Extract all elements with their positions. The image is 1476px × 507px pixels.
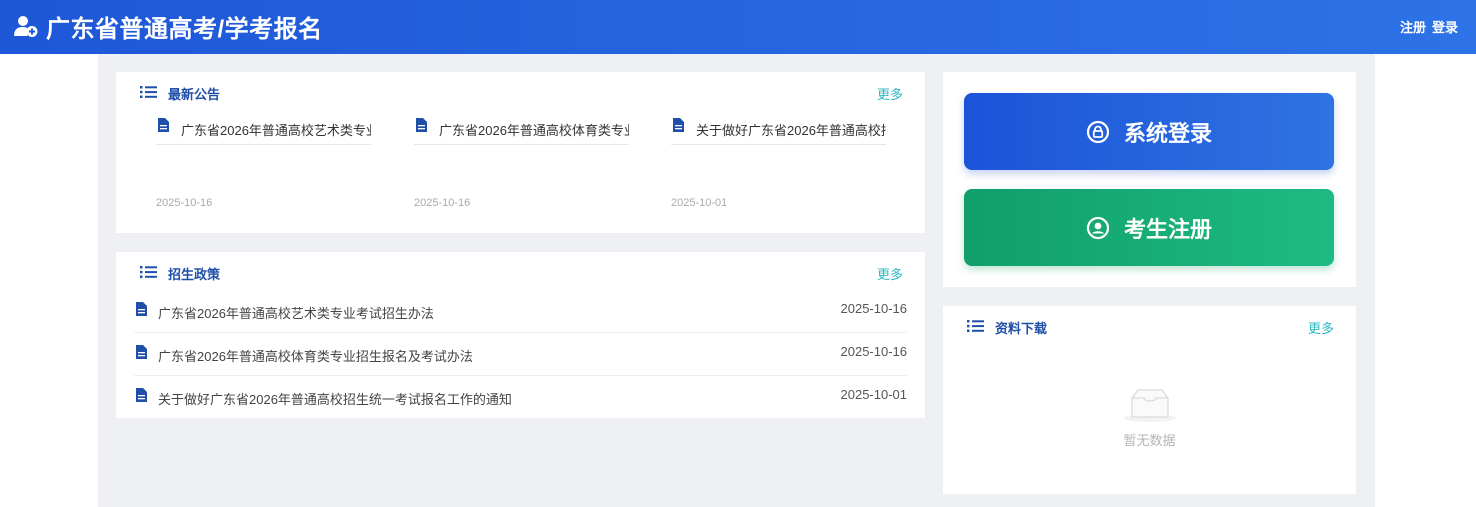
announcement-item[interactable]: 广东省2026年普通高校艺术类专业 2025-10-16 [156,116,371,216]
announcement-title: 广东省2026年普通高校体育类专业 [439,123,629,138]
policy-title: 关于做好广东省2026年普通高校招生统一考试报名工作的通知 [158,392,512,407]
login-icon [1086,120,1110,143]
document-icon [158,118,169,132]
main-content: 最新公告 更多 广东省2026年普通高校艺术类专业 2025-10-16 广东省… [98,54,1375,507]
document-icon [673,118,684,132]
login-link[interactable]: 登录 [1432,17,1458,36]
policies-header: 招生政策 更多 [116,252,925,292]
policy-date: 2025-10-16 [840,301,908,316]
announcement-item[interactable]: 关于做好广东省2026年普通高校招 2025-10-01 [671,116,886,216]
empty-text: 暂无数据 [1123,433,1176,448]
divider [414,144,629,145]
policy-title: 广东省2026年普通高校艺术类专业考试招生办法 [158,306,434,321]
announcement-title: 广东省2026年普通高校艺术类专业 [181,123,371,138]
top-links: 注册 登录 [1400,17,1458,36]
divider [671,144,886,145]
downloads-card: 资料下载 更多 暂无数据 [943,306,1356,494]
divider [134,332,907,333]
top-header: 广东省普通高考/学考报名 注册 登录 [0,0,1476,54]
announcements-title: 最新公告 [168,87,221,102]
announcement-date: 2025-10-16 [156,197,213,209]
policy-item[interactable]: 关于做好广东省2026年普通高校招生统一考试报名工作的通知 2025-10-01 [134,377,907,419]
announcements-card: 最新公告 更多 广东省2026年普通高校艺术类专业 2025-10-16 广东省… [116,72,925,233]
document-icon [416,118,427,132]
policies-title: 招生政策 [168,267,221,282]
document-icon [136,388,147,402]
student-register-label: 考生注册 [1123,216,1212,242]
document-icon [136,302,147,316]
actions-card: 系统登录 考生注册 [943,72,1356,287]
policy-date: 2025-10-01 [840,387,908,402]
announcement-title: 关于做好广东省2026年普通高校招 [696,123,886,138]
downloads-title: 资料下载 [995,321,1048,336]
policy-item[interactable]: 广东省2026年普通高校艺术类专业考试招生办法 2025-10-16 [134,291,907,333]
site-title: 广东省普通高考/学考报名 [46,15,323,43]
system-login-button[interactable]: 系统登录 [964,93,1334,170]
policy-item[interactable]: 广东省2026年普通高校体育类专业招生报名及考试办法 2025-10-16 [134,334,907,376]
announcements-more-link[interactable]: 更多 [877,84,903,103]
list-icon [967,320,984,332]
policies-card: 招生政策 更多 广东省2026年普通高校艺术类专业考试招生办法 2025-10-… [116,252,925,418]
policy-date: 2025-10-16 [840,344,908,359]
announcements-header: 最新公告 更多 [116,72,925,112]
list-icon [140,266,157,278]
policies-more-link[interactable]: 更多 [877,264,903,283]
divider [134,375,907,376]
student-register-button[interactable]: 考生注册 [964,189,1334,266]
policy-title: 广东省2026年普通高校体育类专业招生报名及考试办法 [158,349,473,364]
announcement-item[interactable]: 广东省2026年普通高校体育类专业 2025-10-16 [414,116,629,216]
brand[interactable]: 广东省普通高考/学考报名 [14,10,323,43]
register-link[interactable]: 注册 [1400,17,1426,36]
downloads-header: 资料下载 更多 [943,306,1356,346]
announcement-date: 2025-10-01 [671,197,728,209]
divider [156,144,371,145]
system-login-label: 系统登录 [1123,120,1212,146]
empty-state: 暂无数据 [943,384,1356,449]
document-icon [136,345,147,359]
empty-box-icon [1123,389,1176,422]
downloads-more-link[interactable]: 更多 [1308,318,1334,337]
user-circle-icon [1086,216,1110,239]
user-plus-icon [14,16,38,37]
announcement-date: 2025-10-16 [414,197,471,209]
list-icon [140,86,157,98]
